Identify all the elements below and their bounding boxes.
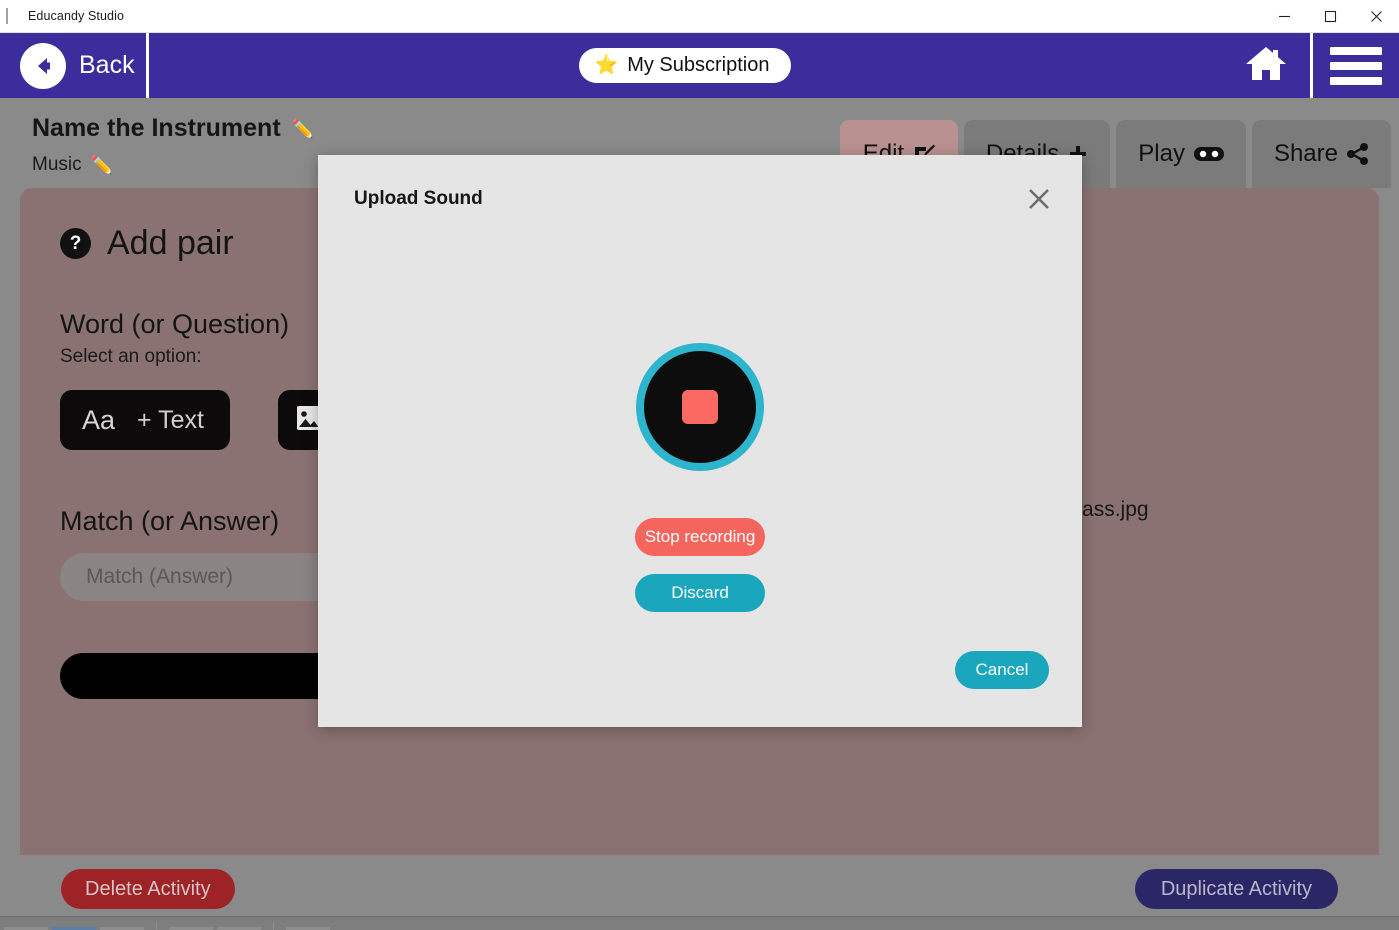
home-icon: [1243, 42, 1289, 89]
duplicate-activity-button[interactable]: Duplicate Activity: [1134, 869, 1338, 909]
close-x-icon[interactable]: [1022, 182, 1056, 216]
subject-label: Music: [32, 154, 82, 175]
minimize-button[interactable]: [1261, 0, 1307, 33]
tab-share-label: Share: [1273, 140, 1338, 167]
tab-play-label: Play: [1138, 140, 1185, 167]
add-text-label: + Text: [137, 405, 204, 434]
activity-footer: Delete Activity Duplicate Activity: [0, 855, 1399, 916]
gamepad-icon: [1193, 144, 1224, 164]
taskbar-divider: [156, 922, 157, 930]
window-controls: [1261, 0, 1399, 33]
question-mark-icon[interactable]: ?: [60, 228, 91, 259]
navbar-center: ⭐ My Subscription: [149, 48, 1221, 83]
window-titlebar: Educandy Studio: [0, 0, 1399, 33]
cancel-button[interactable]: Cancel: [955, 651, 1049, 689]
dialog-title: Upload Sound: [354, 188, 483, 209]
add-pair-title: Add pair: [107, 224, 234, 262]
app-root: Educandy Studio Back ⭐ My Subscription N…: [0, 0, 1399, 930]
stop-recording-label: Stop recording: [644, 527, 756, 546]
duplicate-activity-label: Duplicate Activity: [1160, 877, 1312, 900]
delete-activity-button[interactable]: Delete Activity: [61, 869, 235, 909]
my-subscription-label: My Subscription: [627, 54, 770, 76]
star-icon: ⭐: [594, 55, 619, 76]
os-taskbar: [0, 916, 1399, 930]
pencil-icon[interactable]: ✏️: [91, 156, 113, 174]
cancel-label: Cancel: [975, 660, 1029, 679]
activity-name: Name the Instrument: [32, 114, 281, 142]
maximize-button[interactable]: [1307, 0, 1353, 33]
stop-recording-button[interactable]: Stop recording: [635, 518, 765, 556]
back-button[interactable]: Back: [0, 33, 149, 98]
share-nodes-icon: [1347, 143, 1369, 165]
pencil-icon[interactable]: ✏️: [292, 120, 314, 138]
menu-button[interactable]: [1310, 33, 1399, 98]
back-label: Back: [79, 51, 135, 79]
taskbar-divider: [273, 922, 274, 930]
record-stop-button[interactable]: [636, 343, 764, 471]
recorder-controls: Stop recording Discard: [318, 343, 1082, 612]
add-text-option-button[interactable]: Aa + Text: [60, 390, 230, 450]
arrow-left-circle-icon: [20, 42, 66, 89]
discard-label: Discard: [671, 583, 729, 602]
home-button[interactable]: [1221, 33, 1310, 98]
close-button[interactable]: [1353, 0, 1399, 33]
window-title: Educandy Studio: [28, 9, 125, 23]
tab-play[interactable]: Play: [1116, 120, 1246, 188]
text-icon: Aa: [82, 404, 116, 435]
delete-activity-label: Delete Activity: [85, 877, 211, 900]
navbar-right: [1221, 33, 1399, 98]
tab-share[interactable]: Share: [1251, 120, 1391, 188]
hamburger-menu-icon: [1330, 46, 1382, 85]
app-navbar: Back ⭐ My Subscription: [0, 33, 1399, 98]
discard-button[interactable]: Discard: [635, 574, 765, 612]
app-icon: [6, 8, 22, 24]
stop-square-icon: [682, 390, 718, 424]
my-subscription-button[interactable]: ⭐ My Subscription: [578, 48, 792, 83]
upload-sound-dialog: Upload Sound Stop recording Discard Canc…: [318, 155, 1082, 727]
